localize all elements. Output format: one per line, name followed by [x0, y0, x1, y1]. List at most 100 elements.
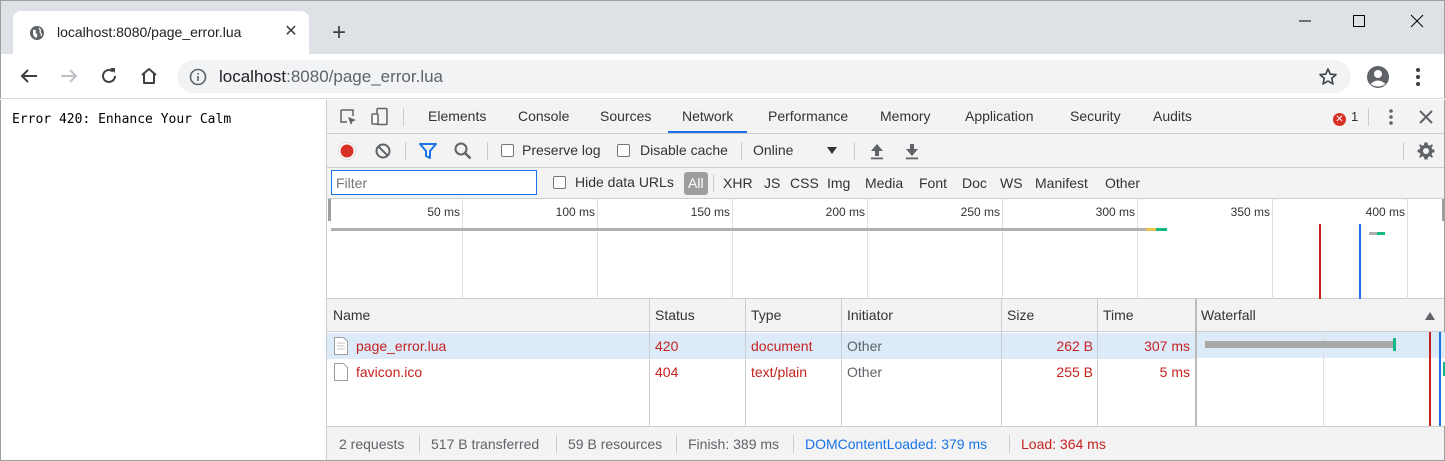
- filter-type-other[interactable]: Other: [1103, 172, 1142, 195]
- filter-type-css[interactable]: CSS: [788, 172, 821, 195]
- devtools-menu-icon[interactable]: [1381, 107, 1401, 127]
- chevron-down-icon[interactable]: [827, 147, 837, 154]
- inspect-element-icon[interactable]: [338, 107, 358, 127]
- column-divider[interactable]: [1097, 299, 1098, 426]
- search-icon[interactable]: [453, 141, 473, 161]
- tab-console[interactable]: Console: [518, 100, 569, 133]
- transferred-size: 517 B transferred: [431, 436, 540, 452]
- maximize-icon[interactable]: [1344, 9, 1374, 33]
- column-header-status[interactable]: Status: [649, 299, 745, 332]
- request-bar-stalled: [1146, 228, 1156, 231]
- request-status: 420: [655, 338, 679, 354]
- browser-tab[interactable]: localhost:8080/page_error.lua ✕: [13, 11, 309, 55]
- new-tab-button[interactable]: +: [327, 21, 351, 45]
- request-bar-waiting: [331, 228, 1146, 231]
- home-icon[interactable]: [137, 64, 161, 88]
- load-event-line: [1429, 332, 1431, 426]
- import-har-icon[interactable]: [867, 141, 887, 161]
- window-close-icon[interactable]: [1402, 9, 1432, 33]
- close-devtools-icon[interactable]: [1416, 107, 1436, 127]
- error-message: Error 420: Enhance Your Calm: [12, 112, 232, 127]
- table-row[interactable]: page_error.lua 420 document Other 262 B …: [327, 333, 1195, 359]
- tick-label: 150 ms: [690, 205, 730, 219]
- tab-title: localhost:8080/page_error.lua: [57, 24, 242, 40]
- waterfall-area[interactable]: [1197, 332, 1445, 426]
- column-divider[interactable]: [841, 299, 842, 426]
- tab-sources[interactable]: Sources: [600, 100, 651, 133]
- request-name[interactable]: page_error.lua: [356, 333, 446, 359]
- request-time: 307 ms: [1144, 338, 1190, 354]
- column-divider[interactable]: [745, 299, 746, 426]
- column-divider[interactable]: [1195, 299, 1197, 426]
- column-header-size[interactable]: Size: [1001, 299, 1097, 332]
- requests-table: Name Status Type Initiator Size Time Wat…: [327, 299, 1445, 426]
- tab-network[interactable]: Network: [668, 100, 748, 133]
- info-icon[interactable]: [189, 68, 207, 86]
- column-header-time[interactable]: Time: [1097, 299, 1195, 332]
- tick-label: 400 ms: [1365, 205, 1405, 219]
- error-counter[interactable]: ✕ 1: [1333, 109, 1369, 126]
- tab-elements[interactable]: Elements: [428, 100, 486, 133]
- filter-type-doc[interactable]: Doc: [960, 172, 989, 195]
- preserve-log-checkbox[interactable]: [501, 144, 514, 157]
- column-header-waterfall[interactable]: Waterfall: [1195, 299, 1444, 332]
- request-status: 404: [655, 364, 679, 380]
- filter-type-font[interactable]: Font: [917, 172, 949, 195]
- chrome-menu-icon[interactable]: [1408, 65, 1428, 89]
- filter-funnel-icon[interactable]: [418, 141, 438, 161]
- gear-icon[interactable]: [1416, 141, 1436, 161]
- column-header-type[interactable]: Type: [745, 299, 841, 332]
- tab-application[interactable]: Application: [965, 100, 1034, 133]
- load-time: Load: 364 ms: [1021, 436, 1106, 452]
- record-icon[interactable]: [337, 141, 357, 161]
- device-toolbar-icon[interactable]: [370, 107, 390, 127]
- tick-label: 50 ms: [427, 205, 460, 219]
- hide-data-urls-checkbox[interactable]: [553, 176, 566, 189]
- column-divider[interactable]: [649, 299, 650, 426]
- filter-type-all[interactable]: All: [684, 172, 708, 195]
- clear-icon[interactable]: [373, 141, 393, 161]
- forward-arrow-icon[interactable]: [57, 64, 81, 88]
- waterfall-bar-waiting: [1205, 341, 1393, 348]
- profile-avatar-icon[interactable]: [1366, 65, 1390, 89]
- column-divider[interactable]: [1001, 299, 1002, 426]
- minimize-icon[interactable]: [1290, 9, 1320, 33]
- filter-type-manifest[interactable]: Manifest: [1033, 172, 1090, 195]
- filter-type-img[interactable]: Img: [825, 172, 852, 195]
- table-row[interactable]: favicon.ico 404 text/plain Other 255 B 5…: [327, 359, 1195, 385]
- overview-left-handle[interactable]: [328, 199, 331, 221]
- request-name[interactable]: favicon.ico: [356, 359, 422, 385]
- filter-input[interactable]: [331, 170, 537, 195]
- address-bar[interactable]: localhost:8080/page_error.lua: [177, 60, 1351, 93]
- filter-type-media[interactable]: Media: [863, 172, 905, 195]
- request-initiator: Other: [847, 364, 883, 380]
- disable-cache-checkbox[interactable]: [617, 144, 630, 157]
- filter-type-ws[interactable]: WS: [998, 172, 1025, 195]
- column-header-initiator[interactable]: Initiator: [841, 299, 1001, 332]
- back-arrow-icon[interactable]: [17, 64, 41, 88]
- globe-icon: [30, 26, 44, 40]
- bookmark-star-icon[interactable]: [1318, 67, 1338, 87]
- tick-label: 300 ms: [1095, 205, 1135, 219]
- network-toolbar: Preserve log Disable cache Online: [327, 134, 1444, 168]
- separator: [1368, 108, 1369, 126]
- browser-toolbar: localhost:8080/page_error.lua: [0, 54, 1445, 99]
- error-icon: ✕: [1333, 113, 1346, 126]
- tab-performance[interactable]: Performance: [768, 100, 848, 133]
- column-header-name[interactable]: Name: [327, 299, 649, 332]
- reload-icon[interactable]: [97, 64, 121, 88]
- tab-close-icon[interactable]: ✕: [283, 24, 299, 40]
- separator: [1009, 435, 1010, 453]
- timeline-overview[interactable]: 50 ms 100 ms 150 ms 200 ms 250 ms 300 ms…: [327, 199, 1445, 299]
- tab-memory[interactable]: Memory: [880, 100, 931, 133]
- tab-audits[interactable]: Audits: [1153, 100, 1192, 133]
- filter-type-js[interactable]: JS: [762, 172, 782, 195]
- page-viewport: Error 420: Enhance Your Calm: [0, 100, 326, 461]
- filter-type-xhr[interactable]: XHR: [721, 172, 755, 195]
- sort-ascending-icon[interactable]: [1425, 312, 1435, 320]
- request-type: text/plain: [751, 364, 808, 380]
- throttling-select[interactable]: Online: [753, 142, 793, 158]
- url-host: localhost: [219, 67, 287, 86]
- tab-security[interactable]: Security: [1070, 100, 1121, 133]
- export-har-icon[interactable]: [902, 141, 922, 161]
